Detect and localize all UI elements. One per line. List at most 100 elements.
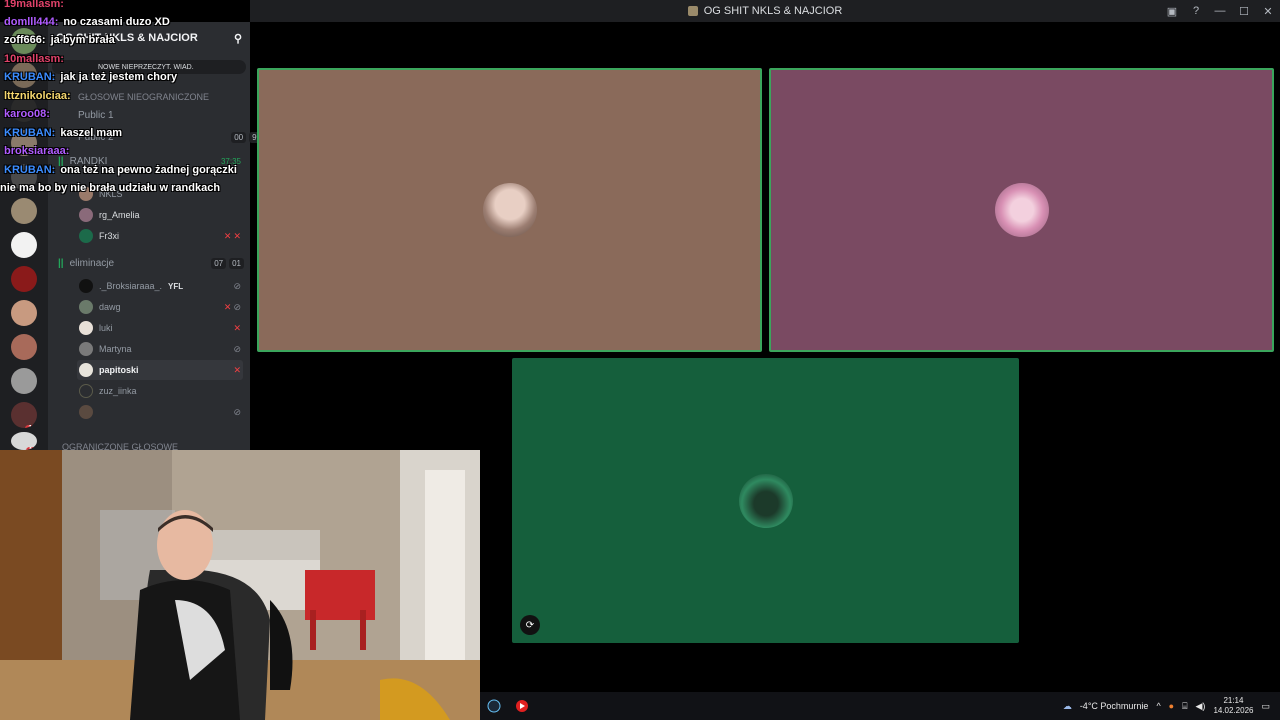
maximize-button[interactable]: ☐ bbox=[1232, 5, 1256, 18]
member-papitoski[interactable]: papitoski ✕ bbox=[77, 360, 243, 380]
user-avatar bbox=[482, 183, 537, 237]
member-status-icons: ⊘ bbox=[233, 281, 241, 292]
weather-text[interactable]: -4°C Pochmurnie bbox=[1080, 701, 1149, 711]
avatar bbox=[79, 363, 93, 377]
member-status-icons: ⊘ bbox=[233, 344, 241, 355]
minimize-button[interactable]: — bbox=[1208, 5, 1232, 17]
server-icon-8[interactable] bbox=[11, 266, 37, 292]
network-icon[interactable]: ⌸ bbox=[1182, 701, 1187, 712]
window-title: OG SHIT NKLS & NAJCIOR bbox=[687, 5, 843, 17]
server-icon bbox=[687, 6, 698, 16]
chevron-up-icon[interactable]: ^ bbox=[1156, 701, 1160, 711]
chat-message: 19mallasm: bbox=[4, 0, 69, 10]
chat-message: zoff666: ja bym brała bbox=[4, 34, 115, 46]
chat-username: karoo08: bbox=[4, 108, 50, 120]
avatar bbox=[79, 342, 93, 356]
member-name: ._Broksiaraaa_. bbox=[99, 281, 163, 291]
webcam-scene bbox=[0, 450, 480, 720]
chat-message: KRUBAN: ona też na pewno żadnej gorączki bbox=[4, 164, 237, 176]
server-icon-12[interactable]: 133 bbox=[11, 402, 37, 428]
window-controls: ▣ ? — ☐ ✕ bbox=[1160, 0, 1280, 22]
user-avatar bbox=[738, 473, 793, 528]
stream-chat-overlay: 19mallasm: domlll444: no czasami duzo XD … bbox=[0, 0, 260, 200]
chat-message: KRUBAN: kaszel mam bbox=[4, 127, 122, 139]
chat-message: nie ma bo by nie brała udziału w randkac… bbox=[0, 182, 220, 194]
chat-username: KRUBAN: bbox=[4, 71, 56, 83]
chat-message: 10mallasm: bbox=[4, 53, 69, 65]
video-tile-participant-3[interactable]: ⟳ bbox=[512, 358, 1019, 643]
member-status-icons: ✕ bbox=[233, 323, 241, 334]
muted-icon: ⊘ bbox=[233, 301, 241, 312]
server-icon-9[interactable]: 8 bbox=[11, 300, 37, 326]
screen-share-icon[interactable]: ▣ bbox=[1160, 5, 1184, 18]
chat-username: 19mallasm: bbox=[4, 0, 64, 10]
avatar bbox=[79, 384, 93, 398]
avatar bbox=[79, 208, 93, 222]
server-badge: 133 bbox=[25, 425, 37, 428]
member-rg-amelia[interactable]: rg_Amelia bbox=[77, 205, 243, 225]
member-name: Fr3xi bbox=[99, 231, 119, 241]
screen: OG SHIT NKLS & NAJCIOR ▣ ? — ☐ ✕ 8 48 8 … bbox=[0, 0, 1280, 720]
server-badge: 8 bbox=[33, 323, 37, 326]
member-name: rg_Amelia bbox=[99, 210, 140, 220]
member-zuz-iinka[interactable]: zuz_iinka bbox=[77, 381, 243, 401]
chat-message: lttznikolciaa: bbox=[4, 90, 76, 102]
tray-app-icon[interactable]: ● bbox=[1169, 701, 1174, 711]
member-dawg[interactable]: dawg ✕ ⊘ bbox=[77, 297, 243, 317]
deafened-icon: ✕ bbox=[223, 301, 232, 312]
video-tile-speaker-1[interactable] bbox=[257, 68, 762, 352]
chat-message: broksiaraaa: bbox=[4, 145, 74, 157]
server-icon-7[interactable] bbox=[11, 232, 37, 258]
avatar bbox=[79, 300, 93, 314]
count-limit: 01 bbox=[229, 258, 244, 269]
window-title-text: OG SHIT NKLS & NAJCIOR bbox=[703, 5, 843, 17]
help-icon[interactable]: ? bbox=[1184, 5, 1208, 17]
chat-message: KRUBAN: jak ja też jestem chory bbox=[4, 71, 177, 83]
steam-app-icon[interactable] bbox=[480, 692, 508, 720]
webcam-feed bbox=[0, 450, 480, 720]
user-avatar bbox=[994, 183, 1049, 237]
chat-username: lttznikolciaa: bbox=[4, 90, 71, 102]
chat-text: nie ma bo by nie brała udziału w randkac… bbox=[0, 182, 221, 194]
member-martyna[interactable]: Martyna ⊘ bbox=[77, 339, 243, 359]
youtube-app-icon[interactable] bbox=[508, 692, 536, 720]
system-tray: ☁ -4°C Pochmurnie ^ ● ⌸ ◀) 21:14 14.02.2… bbox=[1063, 692, 1270, 720]
member-name: papitoski bbox=[99, 365, 139, 375]
member-broksiaraaa[interactable]: ._Broksiaraaa_. YFL ⊘ bbox=[77, 276, 243, 296]
member-name: dawg bbox=[99, 302, 121, 312]
video-tile-speaker-2[interactable] bbox=[769, 68, 1274, 352]
voice-channel-eliminacje[interactable]: || eliminacje 07 01 bbox=[58, 258, 244, 269]
chat-username: KRUBAN: bbox=[4, 127, 56, 139]
clock[interactable]: 21:14 14.02.2026 bbox=[1213, 696, 1253, 716]
server-icon-10[interactable] bbox=[11, 334, 37, 360]
server-icon-6[interactable] bbox=[11, 198, 37, 224]
member-unnamed[interactable]: ⊘ bbox=[77, 402, 243, 422]
chat-username: zoff666: bbox=[4, 34, 46, 46]
channel-name: eliminacje bbox=[69, 258, 115, 269]
close-button[interactable]: ✕ bbox=[1256, 5, 1280, 18]
deafened-icon: ✕ bbox=[223, 230, 232, 241]
server-icon-11[interactable] bbox=[11, 368, 37, 394]
deafened-icon: ✕ bbox=[233, 322, 241, 333]
voice-wave-icon: || bbox=[58, 258, 64, 269]
avatar bbox=[79, 229, 93, 243]
volume-icon[interactable]: ◀) bbox=[1196, 701, 1206, 712]
clock-date: 14.02.2026 bbox=[1213, 706, 1254, 715]
member-name: luki bbox=[99, 323, 113, 333]
member-status-icons: ✕ ✕ bbox=[224, 231, 241, 242]
server-icon-13[interactable]: 115 bbox=[11, 432, 37, 450]
cloud-icon: ☁ bbox=[1062, 700, 1072, 711]
member-status-icons: ✕ bbox=[233, 365, 241, 376]
activity-icon[interactable]: ⟳ bbox=[520, 615, 540, 635]
chat-text: jak ja też jestem chory bbox=[60, 71, 178, 83]
chat-text: ja bym brała bbox=[50, 34, 115, 46]
notifications-icon[interactable]: ▭ bbox=[1261, 701, 1270, 712]
muted-icon: ⊘ bbox=[233, 343, 241, 354]
chat-message: domlll444: no czasami duzo XD bbox=[4, 16, 170, 28]
member-fr3xi[interactable]: Fr3xi ✕ ✕ bbox=[77, 226, 243, 246]
member-status-icons: ⊘ bbox=[233, 407, 241, 418]
chat-message: karoo08: bbox=[4, 108, 55, 120]
member-name: zuz_iinka bbox=[99, 386, 137, 396]
member-luki[interactable]: luki ✕ bbox=[77, 318, 243, 338]
member-status-icons: ✕ ⊘ bbox=[224, 302, 241, 313]
